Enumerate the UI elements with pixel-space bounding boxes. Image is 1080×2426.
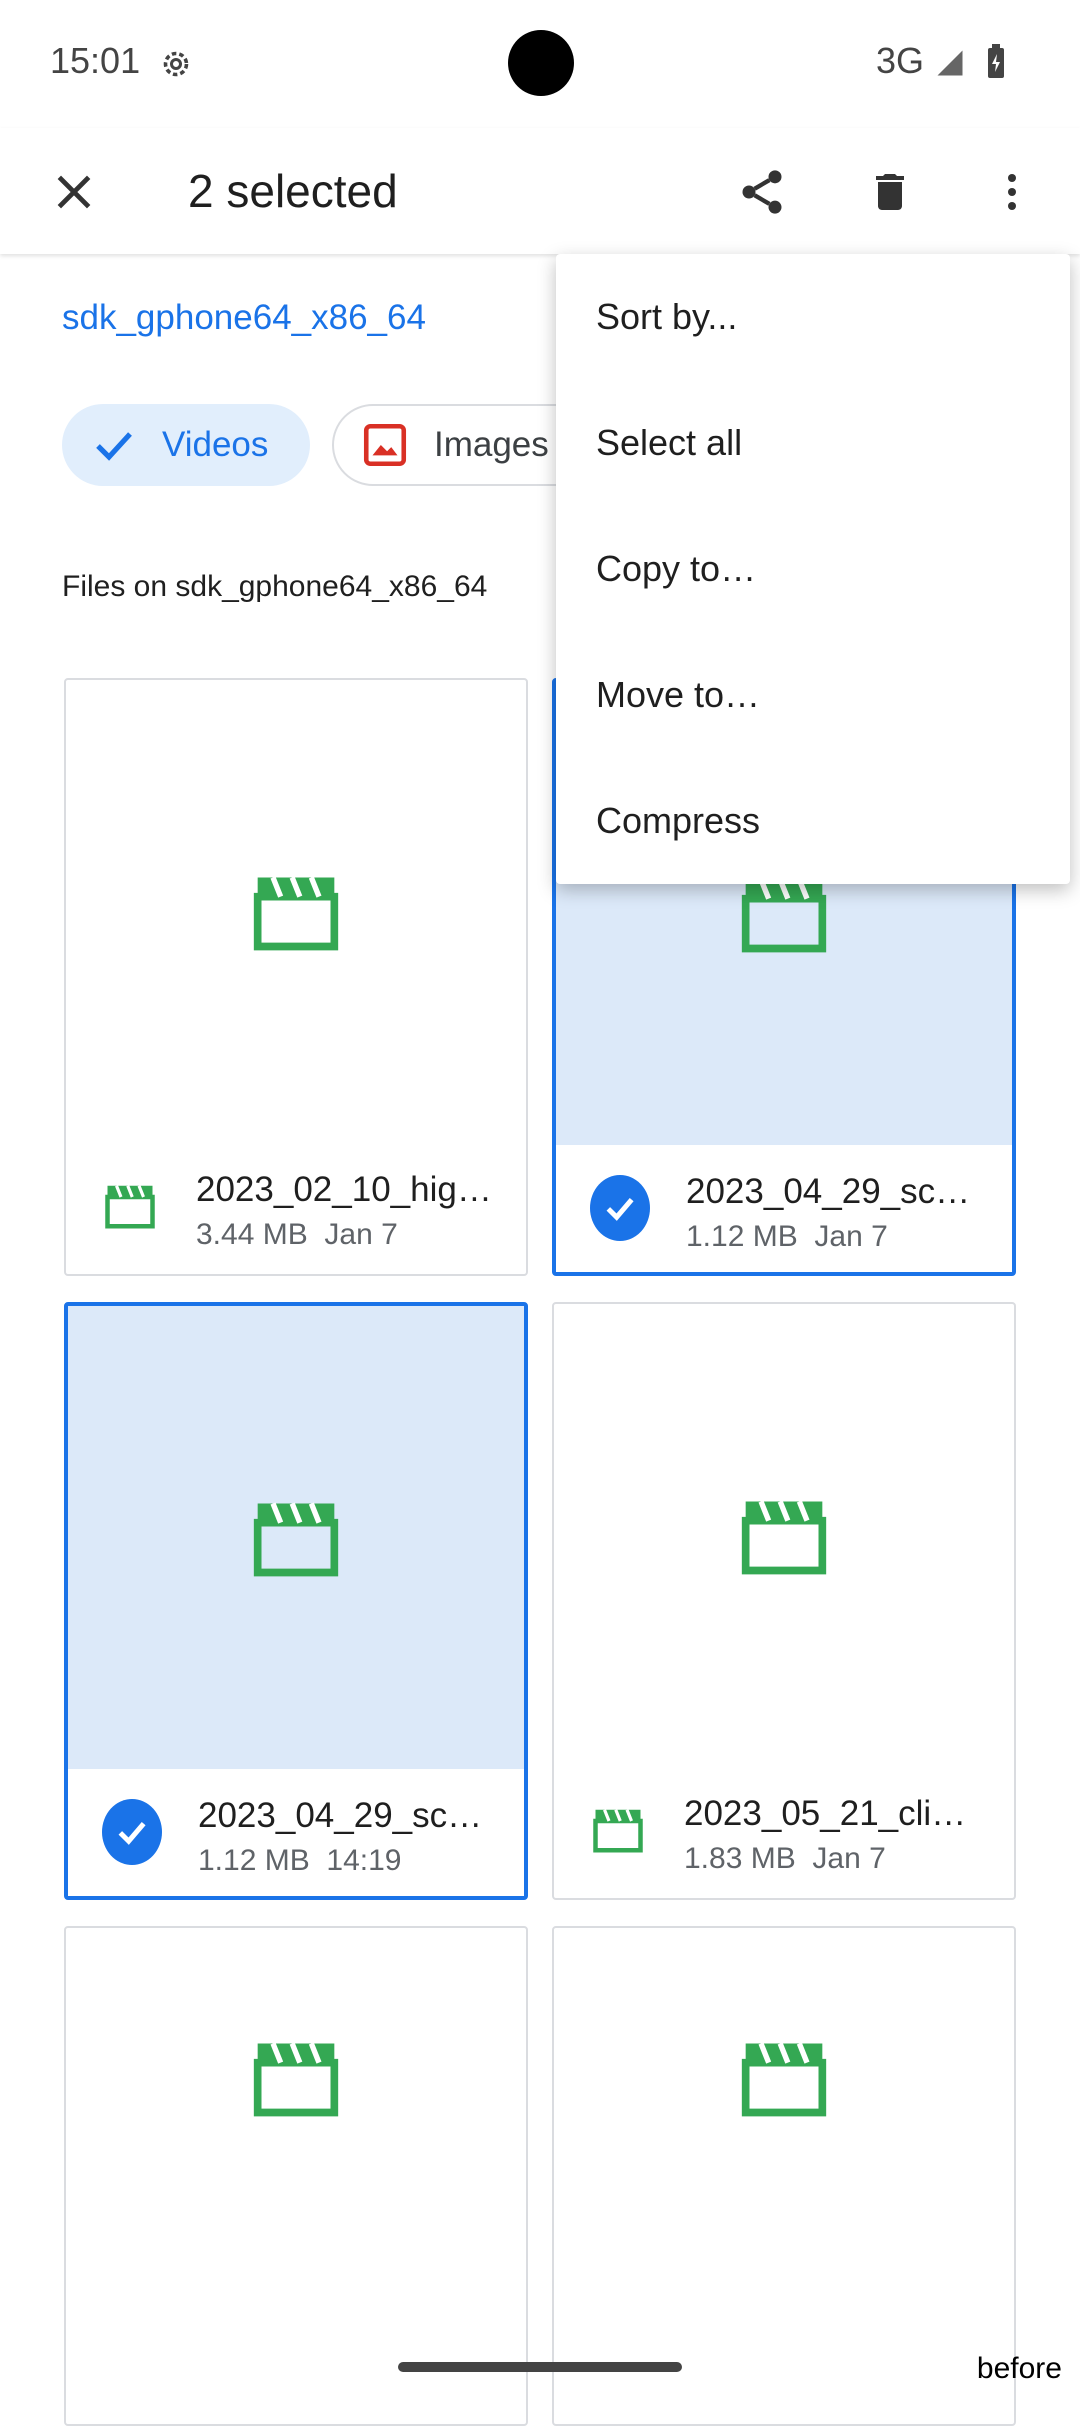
more-options-button[interactable] bbox=[974, 154, 1050, 230]
menu-item-label: Select all bbox=[596, 422, 743, 463]
file-details: 1.83 MB Jan 7 bbox=[684, 1842, 886, 1876]
selected-check-icon bbox=[102, 1799, 162, 1865]
file-card[interactable] bbox=[552, 1926, 1016, 2426]
video-thumbnail bbox=[66, 680, 526, 1143]
image-icon bbox=[363, 423, 407, 467]
menu-item-select-all[interactable]: Select all bbox=[556, 380, 1070, 506]
file-name: 2023_02_10_hig… bbox=[196, 1170, 492, 1209]
file-date: Jan 7 bbox=[324, 1218, 398, 1251]
delete-button[interactable] bbox=[852, 154, 928, 230]
network-type: 3G bbox=[876, 40, 925, 81]
storage-breadcrumb[interactable]: sdk_gphone64_x86_64 bbox=[62, 298, 426, 338]
share-button[interactable] bbox=[724, 154, 800, 230]
chip-videos[interactable]: Videos bbox=[62, 404, 310, 486]
menu-item-copy-to[interactable]: Copy to… bbox=[556, 506, 1070, 632]
file-card[interactable] bbox=[64, 1926, 528, 2426]
video-file-icon bbox=[100, 1176, 160, 1236]
section-label: Files on sdk_gphone64_x86_64 bbox=[62, 570, 488, 603]
clapperboard-icon bbox=[253, 1502, 339, 1576]
menu-item-compress[interactable]: Compress bbox=[556, 758, 1070, 884]
file-details: 3.44 MB Jan 7 bbox=[196, 1218, 398, 1252]
file-name: 2023_05_21_cli… bbox=[684, 1794, 967, 1833]
file-date: Jan 7 bbox=[814, 1220, 888, 1253]
camera-cutout bbox=[508, 30, 574, 96]
file-date: 14:19 bbox=[326, 1844, 402, 1877]
menu-item-label: Sort by... bbox=[596, 296, 738, 337]
selected-check-icon bbox=[590, 1175, 650, 1241]
file-size: 1.12 MB bbox=[198, 1844, 310, 1877]
overflow-menu: Sort by... Select all Copy to… Move to… … bbox=[556, 254, 1070, 884]
clapperboard-icon bbox=[741, 878, 827, 952]
chip-images-label: Images bbox=[434, 425, 549, 464]
clapperboard-icon bbox=[741, 2042, 827, 2117]
settings-gear-icon bbox=[158, 46, 194, 82]
trash-icon bbox=[876, 174, 904, 210]
clapperboard-icon bbox=[253, 2042, 339, 2117]
page-title: 2 selected bbox=[188, 165, 398, 217]
check-icon bbox=[96, 432, 132, 461]
menu-item-move-to[interactable]: Move to… bbox=[556, 632, 1070, 758]
file-card[interactable]: 2023_02_10_hig… 3.44 MB Jan 7 bbox=[64, 678, 528, 1276]
video-thumbnail bbox=[66, 1928, 526, 2228]
file-card[interactable]: 2023_05_21_cli… 1.83 MB Jan 7 bbox=[552, 1302, 1016, 1900]
menu-item-sort-by[interactable]: Sort by... bbox=[556, 254, 1070, 380]
signal-icon bbox=[935, 48, 965, 78]
file-name: 2023_04_29_sc… bbox=[686, 1172, 971, 1211]
chip-videos-label: Videos bbox=[162, 425, 269, 464]
gesture-nav-handle[interactable] bbox=[398, 2362, 682, 2372]
share-icon bbox=[742, 170, 782, 214]
video-file-icon bbox=[588, 1800, 648, 1860]
file-size: 3.44 MB bbox=[196, 1218, 308, 1251]
menu-item-label: Compress bbox=[596, 800, 761, 841]
file-details: 1.12 MB Jan 7 bbox=[686, 1220, 888, 1254]
menu-item-label: Copy to… bbox=[596, 548, 757, 589]
file-size: 1.83 MB bbox=[684, 1842, 796, 1875]
battery-icon bbox=[986, 44, 1006, 80]
file-details: 1.12 MB 14:19 bbox=[198, 1844, 401, 1878]
file-date: Jan 7 bbox=[812, 1842, 886, 1875]
video-thumbnail bbox=[68, 1306, 524, 1769]
video-thumbnail bbox=[554, 1304, 1014, 1767]
more-vert-icon bbox=[1008, 174, 1016, 210]
menu-item-label: Move to… bbox=[596, 674, 761, 715]
file-size: 1.12 MB bbox=[686, 1220, 798, 1253]
file-name: 2023_04_29_sc… bbox=[198, 1796, 483, 1835]
file-card[interactable]: 2023_04_29_sc… 1.12 MB 14:19 bbox=[64, 1302, 528, 1900]
close-icon bbox=[57, 175, 91, 209]
corner-label: before bbox=[976, 2352, 1062, 2385]
status-time: 15:01 bbox=[50, 40, 141, 81]
clapperboard-icon bbox=[253, 876, 339, 950]
clapperboard-icon bbox=[741, 1500, 827, 1574]
video-thumbnail bbox=[554, 1928, 1014, 2228]
close-selection-button[interactable] bbox=[36, 154, 112, 230]
